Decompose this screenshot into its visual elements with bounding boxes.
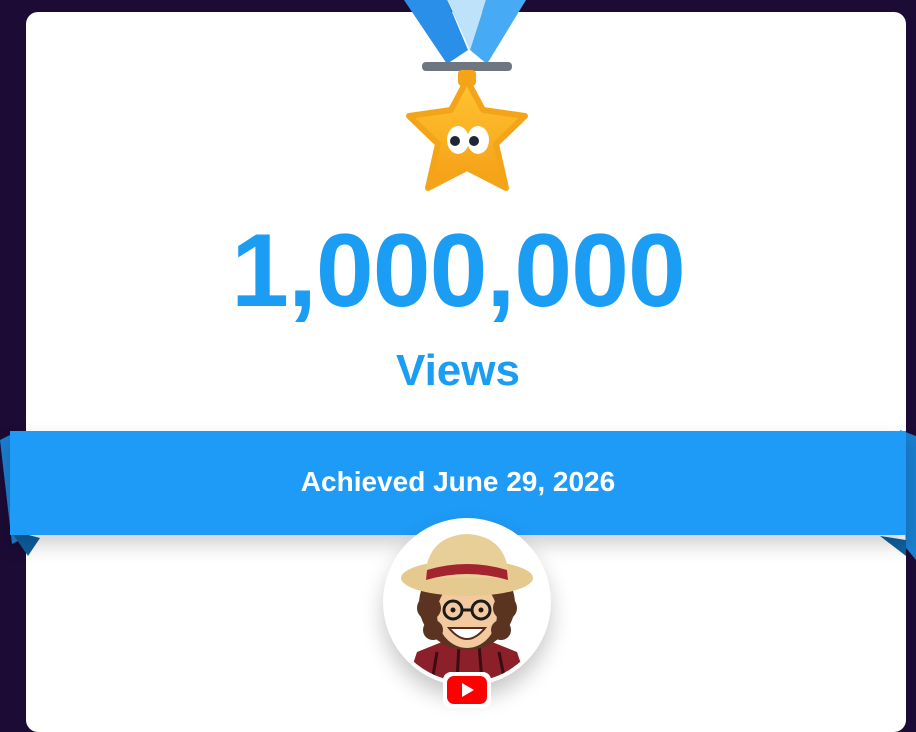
- channel-avatar: [383, 518, 551, 686]
- view-count: 1,000,000: [231, 213, 686, 329]
- youtube-icon: [443, 672, 491, 708]
- avatar-illustration: [387, 522, 547, 682]
- metric-label: Views: [396, 346, 520, 395]
- achieved-date: Achieved June 29, 2026: [300, 466, 616, 497]
- star-medal-icon: [404, 0, 528, 191]
